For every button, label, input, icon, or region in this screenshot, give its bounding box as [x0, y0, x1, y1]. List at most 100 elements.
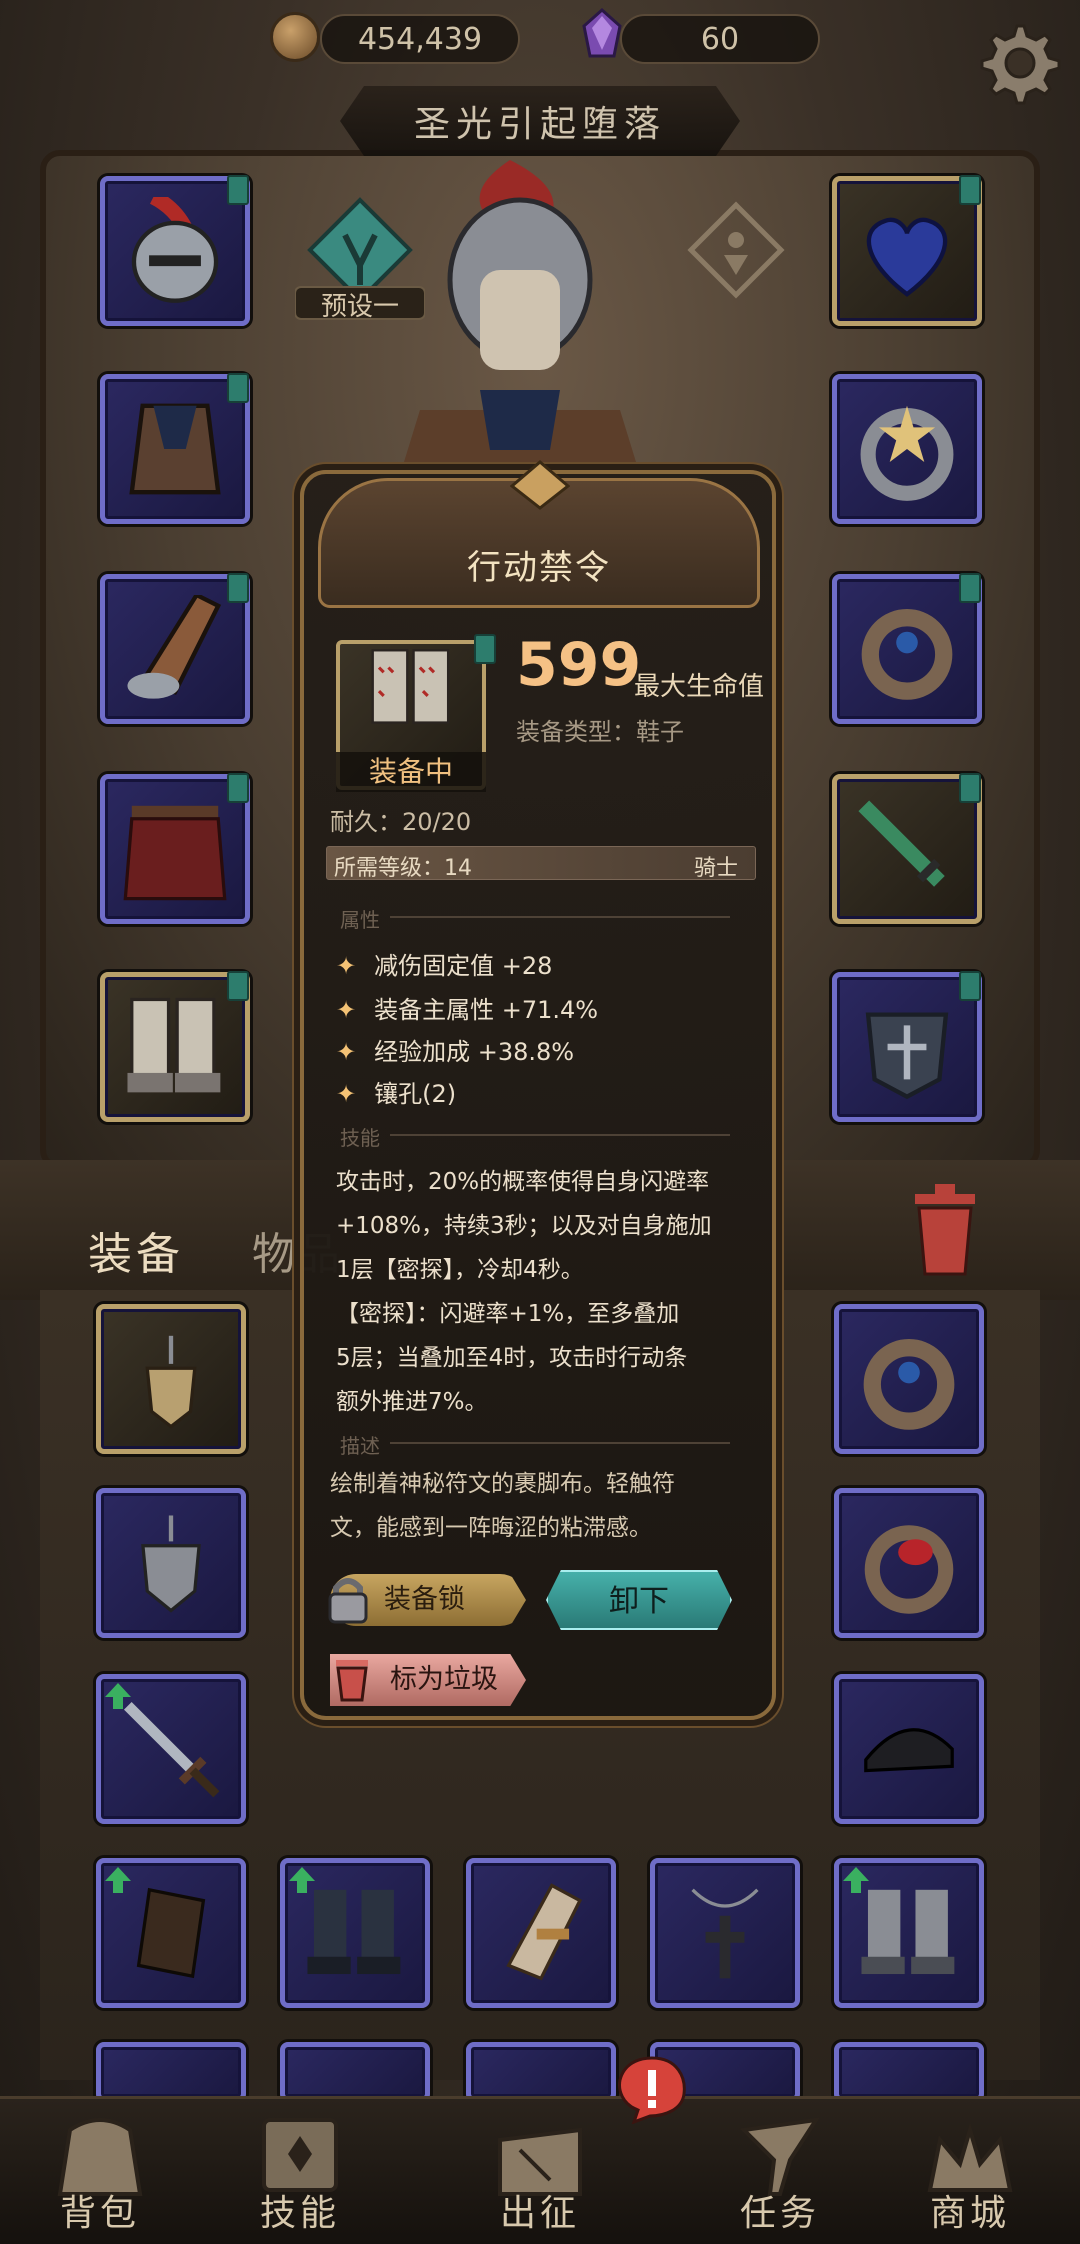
skirt-armor-icon [123, 805, 227, 901]
attribute-line: ✦ 减伤固定值 +28 [336, 952, 553, 980]
attribute-line: ✦ 镶孔(2) [336, 1080, 457, 1108]
equip-slot-necklace[interactable] [832, 175, 982, 326]
helmet-shield-icon [865, 1012, 949, 1100]
equip-slot-weapon[interactable] [832, 773, 982, 924]
helmet-icon [131, 197, 219, 303]
star-icon: ✦ [336, 1080, 357, 1108]
nav-quests[interactable]: 任务 [690, 2100, 870, 2240]
nav-shop[interactable]: 商城 [880, 2100, 1060, 2240]
item-name: 行动禁令 [467, 548, 611, 588]
section-title-skill: 技能 [340, 1126, 380, 1150]
cloak-icon [129, 403, 221, 495]
preset-alt-icon[interactable] [686, 200, 786, 300]
star-icon: ✦ [336, 952, 357, 980]
star-icon: ✦ [336, 1038, 357, 1066]
dark-boots-icon [307, 1889, 401, 1975]
star-icon: ✦ [336, 996, 357, 1024]
nav-skills[interactable]: 技能 [210, 2100, 390, 2240]
cross-necklace-icon [691, 1888, 759, 1979]
section-title-description: 描述 [340, 1434, 380, 1458]
green-sword-icon [858, 800, 945, 887]
equipped-label: 装备中 [336, 752, 486, 792]
preset-label: 预设一 [320, 292, 399, 322]
inventory-slot[interactable] [96, 1488, 246, 1638]
equip-slot-helmet[interactable] [100, 175, 250, 326]
attribute-line: ✦ 经验加成 +38.8% [336, 1038, 575, 1066]
set-tag [227, 373, 249, 403]
inventory-slot[interactable] [834, 1674, 984, 1824]
set-tag [959, 773, 981, 803]
equip-slot-boots[interactable] [100, 971, 250, 1122]
gear-icon[interactable] [972, 18, 1062, 108]
equip-slot-ring-2[interactable] [832, 573, 982, 724]
inventory-slot[interactable] [834, 1304, 984, 1454]
main-stat-label: 最大生命值 [634, 672, 765, 702]
inventory-slot[interactable] [650, 1858, 800, 2008]
inventory-slot[interactable] [466, 1858, 616, 2008]
ruby-ring-icon [864, 1525, 954, 1614]
page-title: 圣光引起堕落 [340, 86, 740, 156]
inventory-slot[interactable] [96, 1304, 246, 1454]
owl-ring-icon [863, 1339, 955, 1430]
gauntlet-icon [127, 595, 222, 699]
equip-slot-ring-1[interactable] [832, 374, 982, 524]
set-tag [959, 175, 981, 205]
trash-icon[interactable] [905, 1180, 985, 1280]
equip-slot-offhand[interactable] [832, 971, 982, 1122]
gem-counter: 60 [620, 14, 820, 64]
coin-amount: 454,439 [357, 21, 483, 57]
resource-bar [0, 0, 1080, 80]
inventory-slot[interactable] [280, 2042, 430, 2102]
inventory-slot[interactable] [96, 2042, 246, 2102]
nav-expedition[interactable]: 出征 [450, 2100, 630, 2240]
leather-gauntlet-icon [506, 1883, 583, 1981]
trash-bin-icon [336, 1660, 368, 1702]
dagger-icon [123, 1701, 220, 1798]
divider [390, 1442, 730, 1444]
set-tag [474, 634, 496, 664]
durability: 耐久：20/20 [330, 808, 472, 836]
equip-slot-gauntlet[interactable] [100, 573, 250, 724]
amulet-shield-icon [145, 1335, 197, 1429]
boots-icon [371, 649, 450, 724]
heart-necklace-icon [866, 217, 948, 297]
equipment-type: 装备类型：鞋子 [516, 718, 684, 746]
description-text: 绘制着神秘符文的裹脚布。轻触符 文，能感到一阵晦涩的粘滞感。 [330, 1471, 675, 1541]
gem-icon [582, 8, 622, 58]
star-ring-icon [860, 405, 954, 501]
inventory-slot[interactable] [280, 1858, 430, 2008]
plate-boots-icon [861, 1889, 955, 1975]
ornament-icon [510, 460, 570, 510]
divider [390, 916, 730, 918]
bracer-icon [136, 1887, 206, 1979]
boots-icon [127, 997, 221, 1093]
attribute-line: ✦ 装备主属性 +71.4% [336, 996, 599, 1024]
required-class: 骑士 [694, 856, 739, 881]
set-tag [227, 175, 249, 205]
cap-icon [864, 1728, 954, 1773]
inventory-slot[interactable] [834, 2042, 984, 2102]
coin-icon [270, 12, 320, 62]
set-tag [227, 773, 249, 803]
equip-slot-cloak[interactable] [100, 373, 250, 524]
tab-equipment[interactable]: 装备 [88, 1218, 184, 1282]
unequip-button[interactable]: 卸下 [546, 1570, 732, 1630]
set-tag [227, 573, 249, 603]
main-stat-value: 599 [516, 630, 642, 700]
inventory-slot[interactable] [96, 1674, 246, 1824]
inventory-slot[interactable] [466, 2042, 616, 2102]
nav-backpack[interactable]: 背包 [10, 2100, 190, 2240]
required-level: 所需等级：14 [334, 856, 472, 881]
owl-ring-icon [861, 609, 953, 700]
skill-text: 攻击时，20%的概率使得自身闪避率 +108%，持续3秒；以及对自身施加 1层【… [336, 1169, 712, 1415]
inventory-slot[interactable] [834, 1488, 984, 1638]
gem-amount: 60 [700, 21, 740, 57]
equip-slot-skirt[interactable] [100, 773, 250, 924]
inventory-slot[interactable] [96, 1858, 246, 2008]
section-title-attributes: 属性 [340, 908, 380, 932]
set-tag [227, 971, 249, 1001]
shield-amulet-icon [141, 1515, 201, 1613]
inventory-slot[interactable] [834, 1858, 984, 2008]
alert-icon [618, 2056, 686, 2124]
set-tag [959, 573, 981, 603]
